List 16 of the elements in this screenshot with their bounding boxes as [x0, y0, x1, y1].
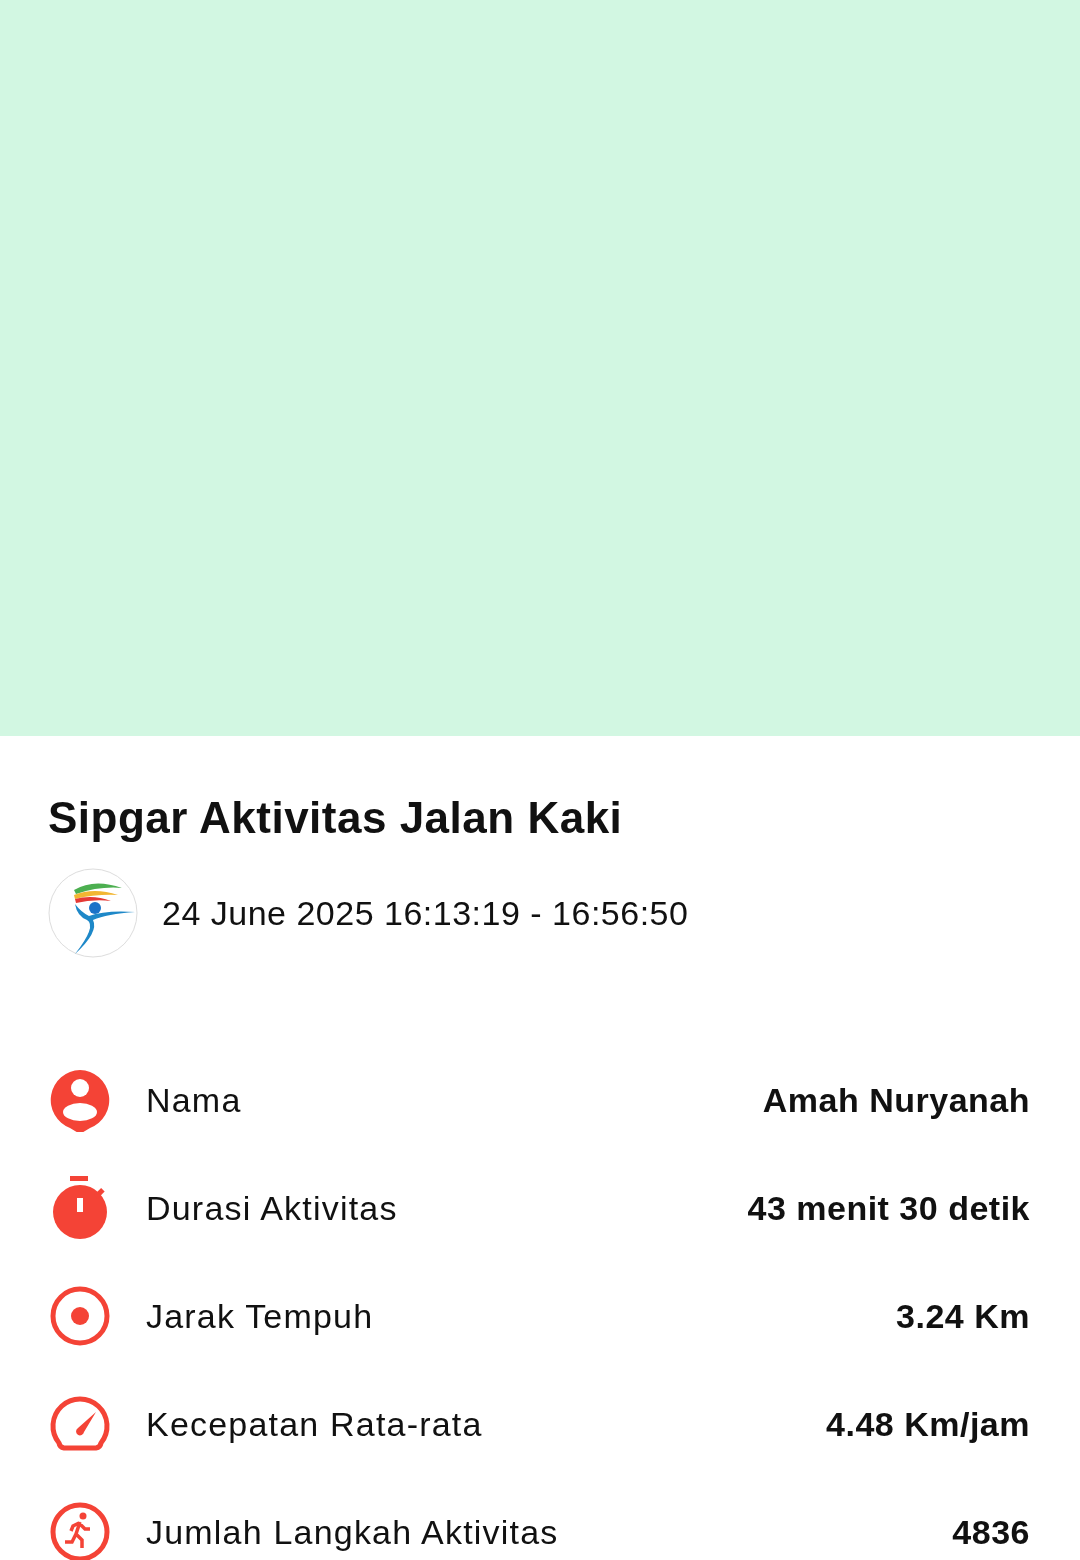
stat-value: 43 menit 30 detik — [747, 1188, 1030, 1228]
stat-value: 4.48 Km/jam — [826, 1404, 1030, 1444]
activity-title: Sipgar Aktivitas Jalan Kaki — [48, 792, 624, 844]
stat-label: Nama — [146, 1080, 243, 1120]
activity-datetime: 24 June 2025 16:13:19 - 16:56:50 — [162, 893, 689, 933]
stat-label: Durasi Aktivitas — [146, 1188, 399, 1228]
stat-value: 3.24 Km — [896, 1296, 1030, 1336]
user-pin-icon — [48, 1068, 112, 1132]
stat-label: Jarak Tempuh — [146, 1296, 375, 1336]
stat-value: Amah Nuryanah — [762, 1080, 1030, 1120]
logo-icon — [48, 868, 138, 958]
walking-icon — [48, 1500, 112, 1560]
stat-label: Kecepatan Rata-rata — [146, 1404, 484, 1444]
stat-label: Jumlah Langkah Aktivitas — [146, 1512, 560, 1552]
stat-value: 4836 — [952, 1512, 1030, 1552]
target-icon — [48, 1284, 112, 1348]
